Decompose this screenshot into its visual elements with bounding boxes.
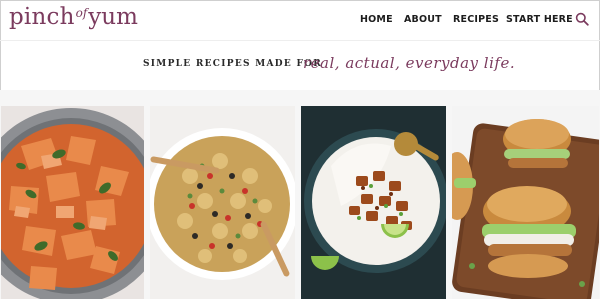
recipe-gallery xyxy=(0,90,600,299)
tagline-script: real, actual, everyday life. xyxy=(303,54,516,72)
tagline-band: SIMPLE RECIPES MADE FOR real, actual, ev… xyxy=(0,40,600,90)
creamy-pasta-photo xyxy=(1,106,144,299)
tagline-text: SIMPLE RECIPES MADE FOR xyxy=(143,59,323,69)
recipe-card-chicken-burger[interactable] xyxy=(452,106,599,299)
recipe-card-pasta-salad[interactable] xyxy=(150,106,295,299)
nav-about[interactable]: ABOUT xyxy=(404,14,442,25)
chicken-burger-photo xyxy=(452,106,599,299)
nav-home[interactable]: HOME xyxy=(360,14,393,25)
nav-recipes[interactable]: RECIPES xyxy=(453,14,499,25)
nav-start-here[interactable]: START HERE xyxy=(506,14,573,25)
search-icon[interactable] xyxy=(575,12,589,26)
site-header: pinch of yum HOME ABOUT RECIPES START HE… xyxy=(0,0,600,40)
recipe-card-creamy-pasta[interactable] xyxy=(1,106,144,299)
pasta-salad-photo xyxy=(150,106,295,299)
rice-bowl-photo xyxy=(301,106,446,299)
main-nav: HOME ABOUT RECIPES START HERE xyxy=(0,14,600,28)
recipe-card-rice-bowl[interactable] xyxy=(301,106,446,299)
